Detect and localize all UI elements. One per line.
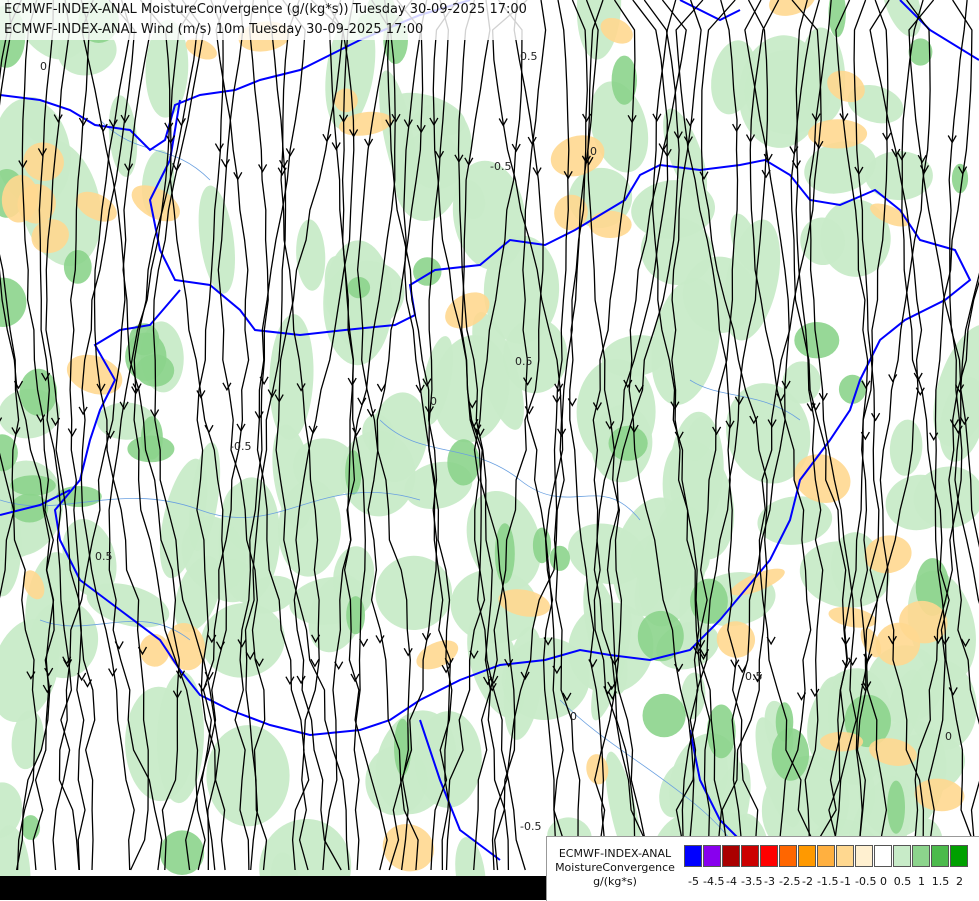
title-moisture-convergence: ECMWF-INDEX-ANAL MoistureConvergence (g/… (4, 2, 527, 17)
legend-swatch (836, 845, 854, 867)
legend-swatch (760, 845, 778, 867)
strong-convergence-area (771, 728, 810, 781)
contour-label: 0 (945, 730, 952, 743)
contour-label: -0.5 (520, 820, 541, 833)
legend-tick: 2 (956, 875, 963, 888)
legend-tick: -1 (840, 875, 851, 888)
legend-tick: 0 (880, 875, 887, 888)
legend-swatch (779, 845, 797, 867)
contour-label: 0 (590, 145, 597, 158)
convergence-area (206, 725, 290, 827)
weather-map: 00.5-0.500.50-0.50.500.50-0.5 (0, 0, 979, 900)
legend-tick: -3.5 (741, 875, 763, 888)
strong-convergence-area (549, 545, 570, 571)
legend-tick: -2.5 (779, 875, 801, 888)
strong-convergence-area (10, 475, 56, 496)
contour-label: 0.5 (520, 50, 538, 63)
legend-title: ECMWF-INDEX-ANAL MoistureConvergence g/(… (551, 847, 679, 889)
contour-label: 0 (570, 710, 577, 723)
legend-swatch (798, 845, 816, 867)
legend-tick: 0.5 (893, 875, 912, 888)
legend-swatch (741, 845, 759, 867)
legend-tick: 1 (918, 875, 925, 888)
strong-convergence-area (838, 374, 866, 404)
legend-unit: g/(kg*s) (593, 875, 637, 888)
legend-swatch (931, 845, 949, 867)
contour-label: 0 (40, 60, 47, 73)
legend-tick: -4.5 (703, 875, 725, 888)
legend-tick: -4 (726, 875, 737, 888)
legend-swatch (817, 845, 835, 867)
contour-label: 0 (430, 395, 437, 408)
strong-convergence-area (532, 527, 552, 564)
legend-swatch (912, 845, 930, 867)
legend-tick: -1.5 (817, 875, 839, 888)
contour-label: 0.5 (95, 550, 113, 563)
legend-tick: -0.5 (855, 875, 877, 888)
contour-label: 0.5 (515, 355, 533, 368)
legend-swatch (874, 845, 892, 867)
map-title-box: ECMWF-INDEX-ANAL MoistureConvergence (g/… (0, 0, 531, 40)
strong-convergence-area (346, 596, 365, 635)
strong-convergence-area (125, 332, 167, 381)
legend-title-line2: MoistureConvergence (555, 861, 675, 874)
legend-tick: 1.5 (931, 875, 950, 888)
legend-swatch (684, 845, 702, 867)
legend-tick: -3 (764, 875, 775, 888)
legend-color-bar (684, 845, 969, 867)
legend-swatch (703, 845, 721, 867)
strong-convergence-area (159, 830, 205, 875)
legend-swatch (855, 845, 873, 867)
strong-convergence-area (63, 250, 92, 284)
bottom-frame (0, 876, 546, 900)
contour-label: -0.5 (490, 160, 511, 173)
strong-convergence-area (642, 693, 686, 738)
legend-swatch (893, 845, 911, 867)
title-wind: ECMWF-INDEX-ANAL Wind (m/s) 10m Tuesday … (4, 22, 424, 37)
strong-convergence-area (887, 780, 905, 834)
legend-swatch (950, 845, 968, 867)
color-legend: ECMWF-INDEX-ANAL MoistureConvergence g/(… (546, 836, 979, 901)
contour-label: -0.5 (230, 440, 251, 453)
contour-label: 0.5 (745, 670, 763, 683)
legend-tick: -2 (802, 875, 813, 888)
legend-tick-labels: -5 -4.5 -4 -3.5 -3 -2.5 -2 -1.5 -1 -0.5 0 0.5 1 1.5 2 (684, 875, 969, 888)
legend-swatch (722, 845, 740, 867)
legend-title-line1: ECMWF-INDEX-ANAL (558, 847, 672, 860)
legend-tick: -5 (688, 875, 699, 888)
